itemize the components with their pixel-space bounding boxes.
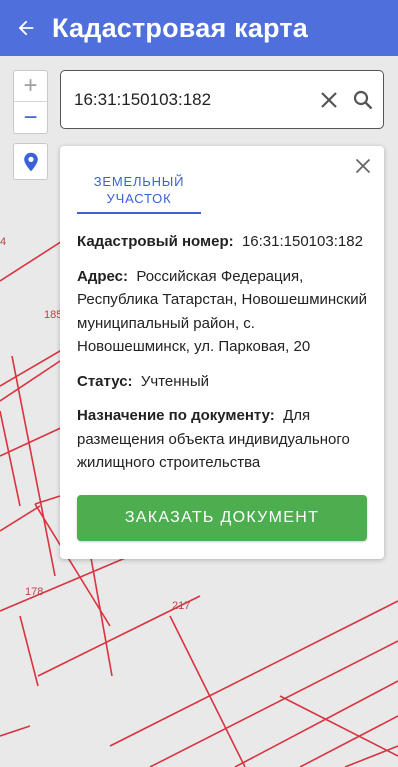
status-label: Статус:: [77, 372, 133, 390]
order-document-button[interactable]: ЗАКАЗАТЬ ДОКУМЕНТ: [77, 495, 367, 541]
map-pin-icon: [23, 152, 38, 171]
search-bar: 16:31:150103:182: [60, 70, 384, 129]
status-value: Учтенный: [140, 372, 210, 390]
tab-land-plot[interactable]: ЗЕМЕЛЬНЫЙ УЧАСТОК: [77, 172, 201, 214]
address-row: Адрес: Российская Федерация, Республика …: [77, 265, 369, 359]
parcel-number: 178: [25, 586, 44, 598]
zoom-out-button[interactable]: −: [14, 102, 47, 133]
close-card-button[interactable]: [352, 155, 374, 177]
parcel-number: 4: [0, 236, 7, 248]
parcel-info-card: ЗЕМЕЛЬНЫЙ УЧАСТОК Кадастровый номер: 16:…: [60, 146, 384, 559]
cadastral-number-label: Кадастровый номер:: [77, 233, 234, 250]
address-label: Адрес:: [77, 267, 128, 285]
zoom-in-button[interactable]: +: [14, 71, 47, 102]
arrow-left-icon: [18, 20, 34, 36]
zoom-control: + −: [13, 70, 48, 134]
close-icon: [355, 158, 371, 174]
close-icon: [321, 91, 337, 108]
search-icon: [353, 90, 373, 109]
app-bar: Кадастровая карта: [0, 0, 398, 56]
clear-search-button[interactable]: [315, 86, 343, 114]
search-button[interactable]: [349, 86, 377, 114]
purpose-row: Назначение по документу: Для размещения …: [77, 404, 369, 475]
search-input[interactable]: 16:31:150103:182: [74, 90, 315, 110]
app-title: Кадастровая карта: [52, 12, 309, 43]
cadastral-number-row: Кадастровый номер: 16:31:150103:182: [77, 230, 369, 254]
locate-button[interactable]: [13, 143, 48, 180]
parcel-details: Кадастровый номер: 16:31:150103:182 Адре…: [77, 230, 369, 480]
parcel-number: 217: [172, 600, 191, 612]
status-row: Статус: Учтенный: [77, 370, 369, 394]
cadastral-number-value: 16:31:150103:182: [241, 233, 363, 250]
back-button[interactable]: [0, 0, 52, 56]
purpose-label: Назначение по документу:: [77, 407, 275, 424]
